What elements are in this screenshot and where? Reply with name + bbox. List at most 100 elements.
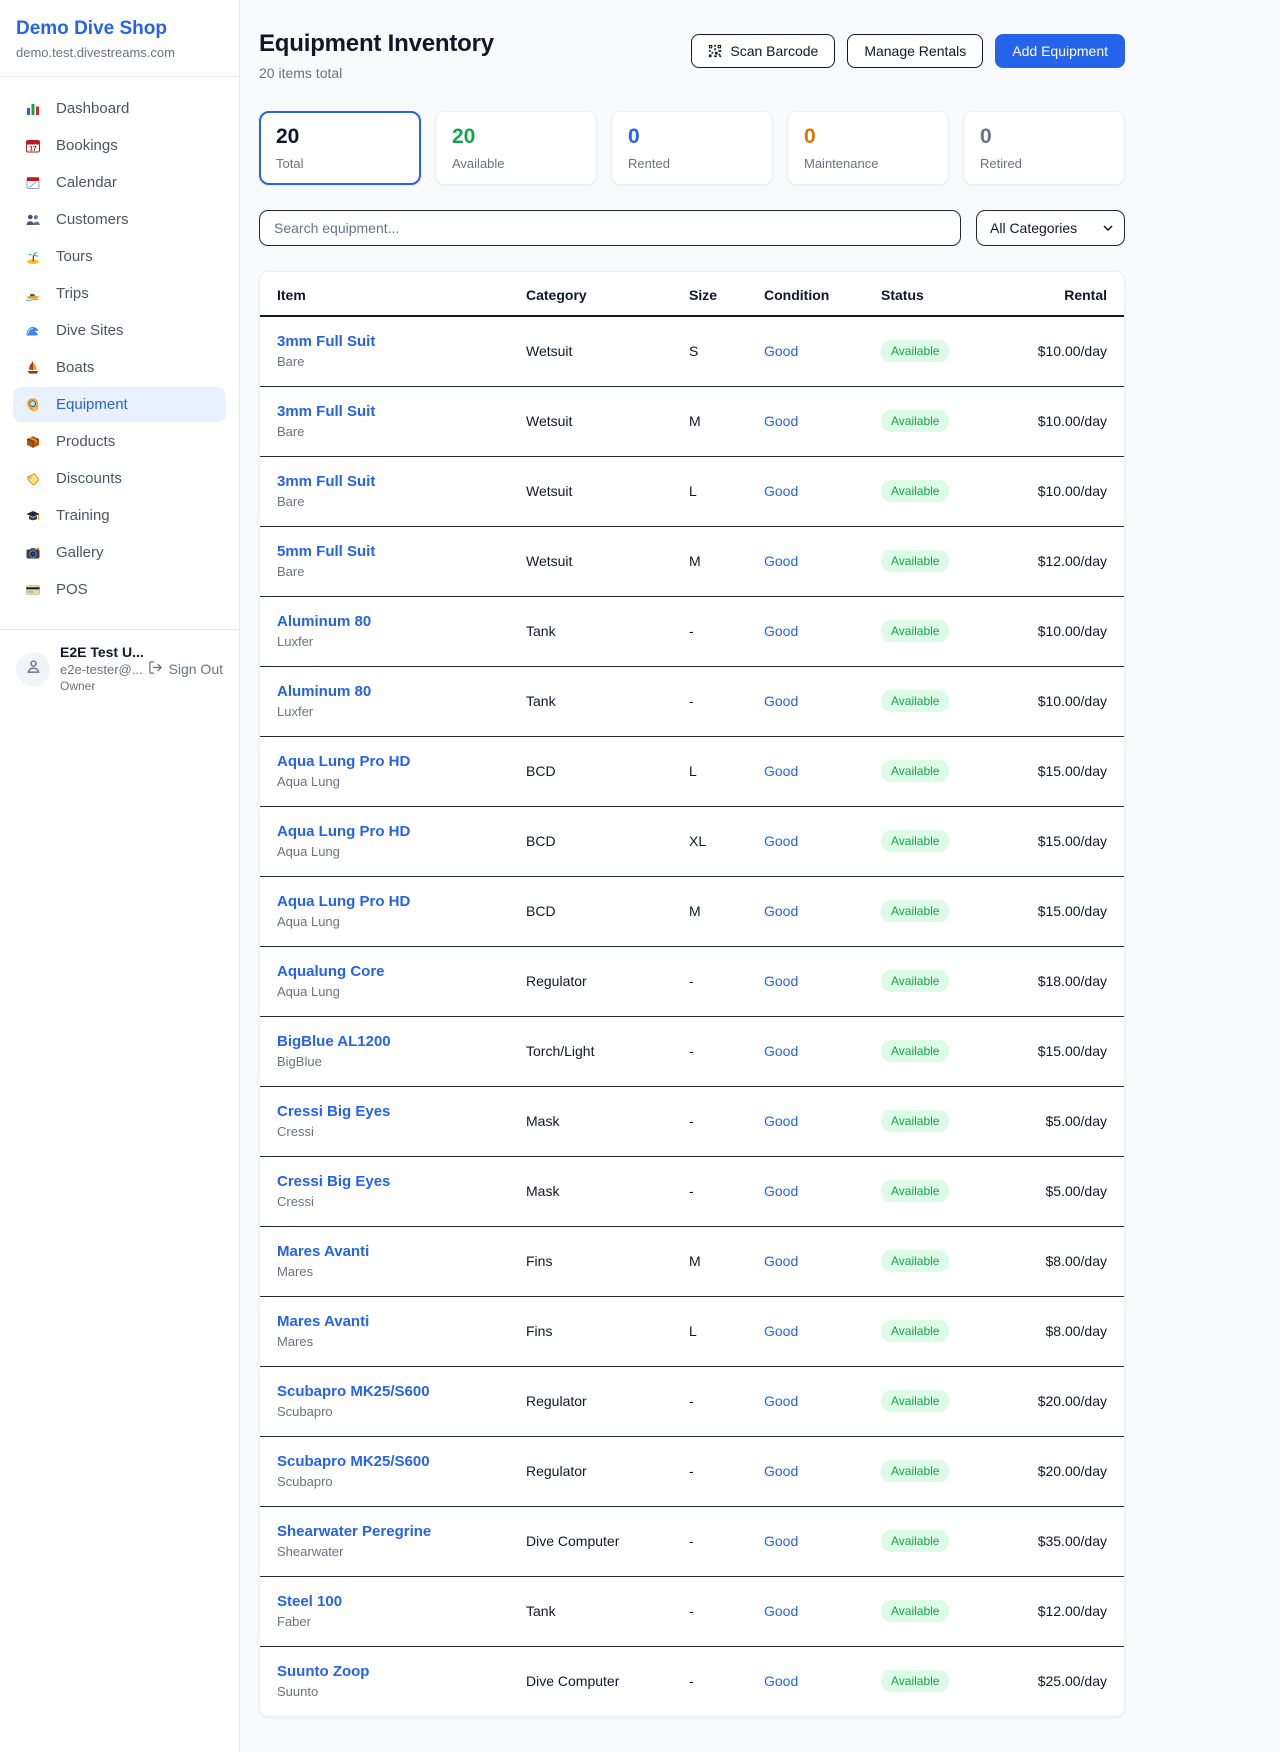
item-brand: Luxfer	[277, 704, 526, 719]
item-link[interactable]: Mares Avanti	[277, 1313, 369, 1330]
item-condition: Good	[764, 1646, 881, 1716]
item-link[interactable]: Steel 100	[277, 1593, 342, 1610]
barcode-icon	[708, 44, 722, 58]
item-rental: $10.00/day	[1001, 666, 1124, 736]
status-badge: Available	[881, 1040, 949, 1062]
item-link[interactable]: Aqua Lung Pro HD	[277, 753, 410, 770]
item-category: Mask	[526, 1086, 689, 1156]
sidebar-item-gallery[interactable]: Gallery	[13, 535, 226, 570]
item-link[interactable]: 3mm Full Suit	[277, 333, 375, 350]
item-link[interactable]: Aluminum 80	[277, 613, 371, 630]
table-row: 3mm Full SuitBareWetsuitSGoodAvailable$1…	[260, 316, 1124, 386]
item-category: Wetsuit	[526, 456, 689, 526]
item-rental: $15.00/day	[1001, 806, 1124, 876]
item-brand: Luxfer	[277, 634, 526, 649]
item-link[interactable]: 3mm Full Suit	[277, 473, 375, 490]
sidebar-item-bookings[interactable]: 17Bookings	[13, 128, 226, 163]
filter-row: All Categories	[259, 210, 1125, 246]
stat-card-rented[interactable]: 0Rented	[611, 111, 773, 185]
item-condition: Good	[764, 736, 881, 806]
item-size: -	[689, 1436, 764, 1506]
manage-rentals-button[interactable]: Manage Rentals	[847, 34, 983, 68]
stat-value: 0	[628, 125, 756, 149]
item-link[interactable]: Aqua Lung Pro HD	[277, 823, 410, 840]
table-row: Aqua Lung Pro HDAqua LungBCDXLGoodAvaila…	[260, 806, 1124, 876]
item-size: L	[689, 1296, 764, 1366]
item-brand: Mares	[277, 1334, 526, 1349]
item-category: Wetsuit	[526, 316, 689, 386]
stat-card-total[interactable]: 20Total	[259, 111, 421, 185]
stat-card-retired[interactable]: 0Retired	[963, 111, 1125, 185]
table-row: Aqua Lung Pro HDAqua LungBCDMGoodAvailab…	[260, 876, 1124, 946]
item-condition: Good	[764, 386, 881, 456]
item-size: XL	[689, 806, 764, 876]
item-link[interactable]: Aqua Lung Pro HD	[277, 893, 410, 910]
status-badge: Available	[881, 1460, 949, 1482]
add-equipment-button[interactable]: Add Equipment	[995, 34, 1125, 68]
item-link[interactable]: Mares Avanti	[277, 1243, 369, 1260]
sign-out-button[interactable]: Sign Out	[148, 660, 223, 678]
sidebar-item-label: Trips	[56, 285, 89, 302]
item-size: L	[689, 736, 764, 806]
item-size: M	[689, 1226, 764, 1296]
sidebar-item-boats[interactable]: Boats	[13, 350, 226, 385]
item-link[interactable]: Aqualung Core	[277, 963, 385, 980]
category-select-value: All Categories	[990, 220, 1077, 236]
category-select[interactable]: All Categories	[976, 210, 1125, 246]
sidebar-item-customers[interactable]: Customers	[13, 202, 226, 237]
calendar-icon	[23, 175, 43, 191]
item-link[interactable]: Scubapro MK25/S600	[277, 1383, 430, 1400]
sidebar-item-dashboard[interactable]: Dashboard	[13, 91, 226, 126]
item-condition: Good	[764, 946, 881, 1016]
item-rental: $10.00/day	[1001, 456, 1124, 526]
sidebar-item-calendar[interactable]: Calendar	[13, 165, 226, 200]
item-size: -	[689, 1646, 764, 1716]
item-link[interactable]: Scubapro MK25/S600	[277, 1453, 430, 1470]
item-link[interactable]: Shearwater Peregrine	[277, 1523, 431, 1540]
sidebar-item-equipment[interactable]: Equipment	[13, 387, 226, 422]
sidebar-item-products[interactable]: Products	[13, 424, 226, 459]
item-link[interactable]: 3mm Full Suit	[277, 403, 375, 420]
item-link[interactable]: 5mm Full Suit	[277, 543, 375, 560]
item-size: -	[689, 1366, 764, 1436]
item-condition: Good	[764, 596, 881, 666]
table-row: Aluminum 80LuxferTank-GoodAvailable$10.0…	[260, 596, 1124, 666]
item-rental: $10.00/day	[1001, 596, 1124, 666]
status-badge: Available	[881, 1670, 949, 1692]
item-link[interactable]: Aluminum 80	[277, 683, 371, 700]
sidebar-item-dive-sites[interactable]: Dive Sites	[13, 313, 226, 348]
item-link[interactable]: Suunto Zoop	[277, 1663, 369, 1680]
sidebar-item-trips[interactable]: Trips	[13, 276, 226, 311]
table-row: Aqua Lung Pro HDAqua LungBCDLGoodAvailab…	[260, 736, 1124, 806]
stat-card-maintenance[interactable]: 0Maintenance	[787, 111, 949, 185]
sidebar-item-tours[interactable]: Tours	[13, 239, 226, 274]
column-header-size: Size	[689, 272, 764, 316]
package-icon	[23, 434, 43, 450]
stat-card-available[interactable]: 20Available	[435, 111, 597, 185]
item-category: Fins	[526, 1226, 689, 1296]
item-brand: Bare	[277, 564, 526, 579]
item-brand: Aqua Lung	[277, 984, 526, 999]
table-row: Scubapro MK25/S600ScubaproRegulator-Good…	[260, 1366, 1124, 1436]
status-badge: Available	[881, 620, 949, 642]
item-link[interactable]: BigBlue AL1200	[277, 1033, 391, 1050]
people-icon	[23, 212, 43, 228]
item-category: BCD	[526, 806, 689, 876]
shop-name[interactable]: Demo Dive Shop	[16, 18, 223, 40]
sidebar-item-pos[interactable]: POS	[13, 572, 226, 607]
user-email: e2e-tester@...	[60, 662, 138, 678]
item-link[interactable]: Cressi Big Eyes	[277, 1103, 390, 1120]
status-badge: Available	[881, 1530, 949, 1552]
table-row: Steel 100FaberTank-GoodAvailable$12.00/d…	[260, 1576, 1124, 1646]
status-badge: Available	[881, 340, 949, 362]
main-content: Equipment Inventory 20 items total	[240, 0, 1280, 1752]
sidebar-item-training[interactable]: Training	[13, 498, 226, 533]
item-size: M	[689, 386, 764, 456]
equipment-table-card: Item Category Size Condition Status Rent…	[259, 271, 1125, 1717]
sidebar-item-discounts[interactable]: Discounts	[13, 461, 226, 496]
scan-barcode-button[interactable]: Scan Barcode	[691, 34, 835, 68]
item-link[interactable]: Cressi Big Eyes	[277, 1173, 390, 1190]
item-brand: Bare	[277, 494, 526, 509]
table-row: Cressi Big EyesCressiMask-GoodAvailable$…	[260, 1156, 1124, 1226]
search-input[interactable]	[259, 210, 961, 246]
